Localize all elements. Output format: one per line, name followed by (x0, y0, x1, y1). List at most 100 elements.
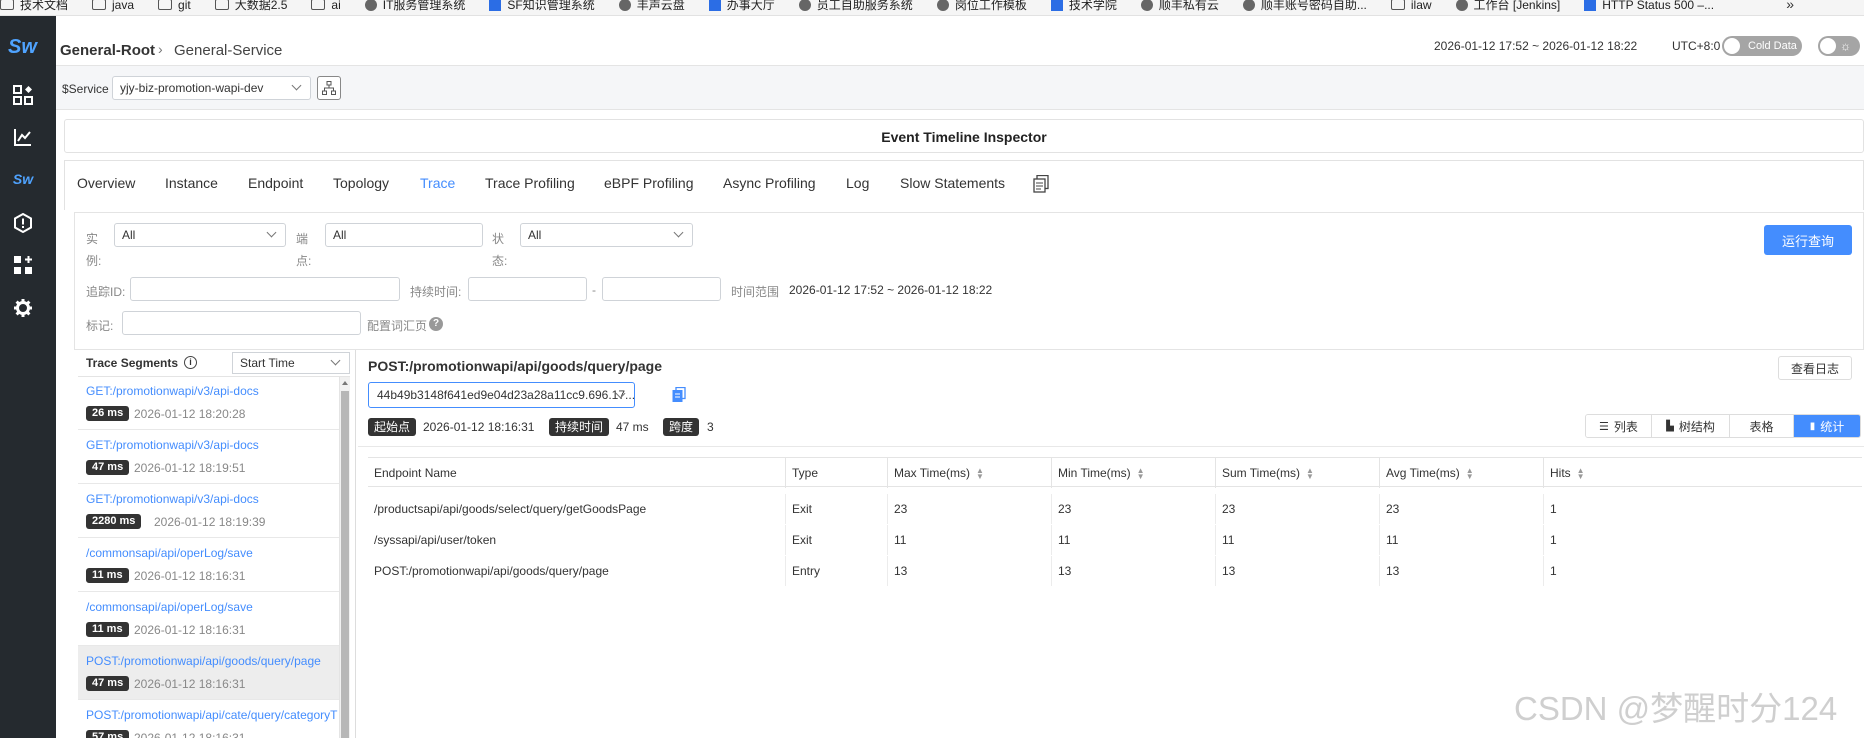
bookmark-item[interactable]: HTTP Status 500 –... (1584, 0, 1714, 11)
segment-endpoint[interactable]: POST:/promotionwapi/api/cate/query/categ… (86, 708, 337, 722)
trace-segment-item[interactable]: GET:/promotionwapi/v3/api-docs 26 ms 2026-… (78, 377, 339, 430)
segment-endpoint[interactable]: GET:/promotionwapi/v3/api-docs (86, 492, 259, 506)
duration-value: 47 ms (616, 420, 649, 434)
tab-trace[interactable]: Trace (420, 175, 455, 191)
table-column-header[interactable]: Sum Time(ms) ▲ ▼ (1215, 458, 1379, 488)
time-range-picker[interactable]: 2026-01-12 17:52 ~ 2026-01-12 18:22 (1434, 39, 1637, 53)
breadcrumb-service[interactable]: General-Service (174, 42, 282, 59)
view-statistics-button[interactable]: ▮ 统计 (1794, 415, 1860, 437)
bookmarks-more-icon[interactable]: » (1786, 0, 1794, 12)
copy-trace-id-icon[interactable] (672, 386, 686, 405)
trace-id-select[interactable]: 44b49b3148f641ed9e04d23a28a11cc9.696.17.… (368, 382, 635, 408)
tab-bar: Overview Instance Endpoint Topology Trac… (64, 160, 1864, 210)
bookmark-item[interactable]: 大数据2.5 (214, 0, 287, 11)
trace-segment-item[interactable]: GET:/promotionwapi/v3/api-docs 47 ms 2026-… (78, 430, 339, 484)
trace-segment-item[interactable]: POST:/promotionwapi/api/goods/query/page… (78, 646, 339, 700)
tab-overview[interactable]: Overview (77, 175, 135, 191)
tab-trace-profiling[interactable]: Trace Profiling (485, 175, 575, 191)
view-table-button[interactable]: 表格 (1730, 415, 1794, 437)
bookmark-item[interactable]: 顺丰私有云 (1140, 0, 1219, 11)
table-column-header[interactable]: Avg Time(ms) ▲ ▼ (1379, 458, 1543, 488)
table-row[interactable]: POST:/promotionwapi/api/goods/query/page… (368, 556, 1862, 593)
timezone-label[interactable]: UTC+8:0 (1672, 39, 1720, 53)
sort-select[interactable]: Start Time (232, 352, 350, 374)
bookmark-item[interactable]: IT服务管理系统 (364, 0, 465, 11)
view-list-button[interactable]: ☰ 列表 (1586, 415, 1652, 437)
bookmark-item[interactable]: 岗位工作模板 (936, 0, 1027, 11)
sort-icon[interactable]: ▲ ▼ (1137, 466, 1145, 480)
settings-gear-icon[interactable] (12, 297, 34, 319)
table-cell: 11 (887, 525, 1051, 555)
sort-icon[interactable]: ▲ ▼ (1577, 466, 1585, 480)
tab-instance[interactable]: Instance (165, 175, 218, 191)
endpoint-input[interactable]: All (325, 223, 483, 247)
hierarchy-button[interactable] (317, 76, 341, 100)
table-column-header[interactable]: Hits ▲ ▼ (1543, 458, 1862, 488)
event-timeline-inspector-title[interactable]: Event Timeline Inspector (64, 119, 1864, 153)
list-icon: ☰ (1599, 420, 1609, 433)
dashboard-icon[interactable] (12, 84, 34, 106)
chart-icon[interactable] (12, 126, 34, 148)
panel-divider[interactable] (355, 350, 356, 738)
sort-icon[interactable]: ▲ ▼ (1306, 466, 1314, 480)
tab-ebpf-profiling[interactable]: eBPF Profiling (604, 175, 693, 191)
table-column-header[interactable]: Max Time(ms) ▲ ▼ (887, 458, 1051, 488)
table-column-header[interactable]: Min Time(ms) ▲ ▼ (1051, 458, 1215, 488)
segment-start-time: 2026-01-12 18:16:31 (134, 623, 246, 637)
skywalking-icon[interactable]: Sw (12, 168, 34, 190)
bookmark-item[interactable]: java (92, 0, 134, 11)
segment-endpoint[interactable]: POST:/promotionwapi/api/goods/query/page (86, 654, 321, 668)
bookmark-item[interactable]: ilaw (1390, 0, 1432, 11)
cold-data-toggle[interactable]: Cold Data (1722, 36, 1802, 56)
service-select[interactable]: yjy-biz-promotion-wapi-dev (112, 76, 311, 100)
trace-segment-item[interactable]: POST:/promotionwapi/api/cate/query/categ… (78, 700, 339, 738)
copy-dashboard-icon[interactable] (1033, 174, 1049, 196)
bookmark-item[interactable]: 技术学院 (1050, 0, 1117, 11)
duration-min-input[interactable] (468, 277, 587, 301)
skywalking-logo[interactable]: Sw (8, 36, 37, 59)
trace-segment-item[interactable]: /commonsapi/api/operLog/save 11 ms 2026-01… (78, 538, 339, 592)
segment-endpoint[interactable]: GET:/promotionwapi/v3/api-docs (86, 384, 259, 398)
bookmark-item[interactable]: git (158, 0, 191, 11)
scroll-up-icon[interactable] (342, 381, 348, 385)
bookmark-item[interactable]: 办事大厅 (708, 0, 775, 11)
view-tree-button[interactable]: ▙ 树结构 (1652, 415, 1730, 437)
tab-log[interactable]: Log (846, 175, 869, 191)
trace-segment-item[interactable]: /commonsapi/api/operLog/save 11 ms 2026-01… (78, 592, 339, 646)
bookmark-item[interactable]: 工作台 [Jenkins] (1455, 0, 1560, 11)
bookmark-item[interactable]: SF知识管理系统 (489, 0, 595, 11)
alarm-icon[interactable] (12, 212, 34, 234)
tag-input[interactable] (122, 311, 361, 335)
bookmark-item[interactable]: ai (311, 0, 341, 11)
bookmark-item[interactable]: 技术文档 (0, 0, 68, 11)
marketplace-icon[interactable] (12, 254, 34, 276)
segment-endpoint[interactable]: /commonsapi/api/operLog/save (86, 546, 253, 560)
run-query-button[interactable]: 运行查询 (1764, 225, 1852, 255)
view-mode-switch: ☰ 列表 ▙ 树结构 表格 ▮ 统计 (1585, 414, 1861, 438)
status-select[interactable]: All (520, 223, 693, 247)
sort-icon[interactable]: ▲ ▼ (976, 466, 984, 480)
trace-id-input[interactable] (130, 277, 400, 301)
status-label: 状态: (492, 232, 508, 268)
sort-icon[interactable]: ▲ ▼ (1466, 466, 1474, 480)
segments-scrollbar[interactable] (340, 377, 350, 738)
theme-toggle[interactable]: ☼ (1818, 36, 1860, 56)
bookmark-item[interactable]: 顺丰账号密码自助... (1242, 0, 1367, 11)
tab-endpoint[interactable]: Endpoint (248, 175, 303, 191)
bookmark-item[interactable]: 员工自助服务系统 (798, 0, 913, 11)
duration-max-input[interactable] (602, 277, 721, 301)
tab-async-profiling[interactable]: Async Profiling (723, 175, 816, 191)
tab-slow-statements[interactable]: Slow Statements (900, 175, 1005, 191)
help-icon[interactable]: ? (429, 317, 443, 331)
view-log-button[interactable]: 查看日志 (1778, 356, 1852, 380)
trace-segment-item[interactable]: GET:/promotionwapi/v3/api-docs 2280 ms 202… (78, 484, 339, 538)
segment-endpoint[interactable]: /commonsapi/api/operLog/save (86, 600, 253, 614)
segment-endpoint[interactable]: GET:/promotionwapi/v3/api-docs (86, 438, 259, 452)
tab-topology[interactable]: Topology (333, 175, 389, 191)
scrollbar-thumb[interactable] (341, 391, 349, 738)
instance-select[interactable]: All (114, 223, 286, 247)
breadcrumb-root[interactable]: General-Root (60, 42, 155, 59)
tag-config-link[interactable]: 配置词汇页 (367, 317, 427, 334)
info-icon[interactable]: i (184, 356, 197, 369)
bookmark-item[interactable]: 丰声云盘 (618, 0, 685, 11)
